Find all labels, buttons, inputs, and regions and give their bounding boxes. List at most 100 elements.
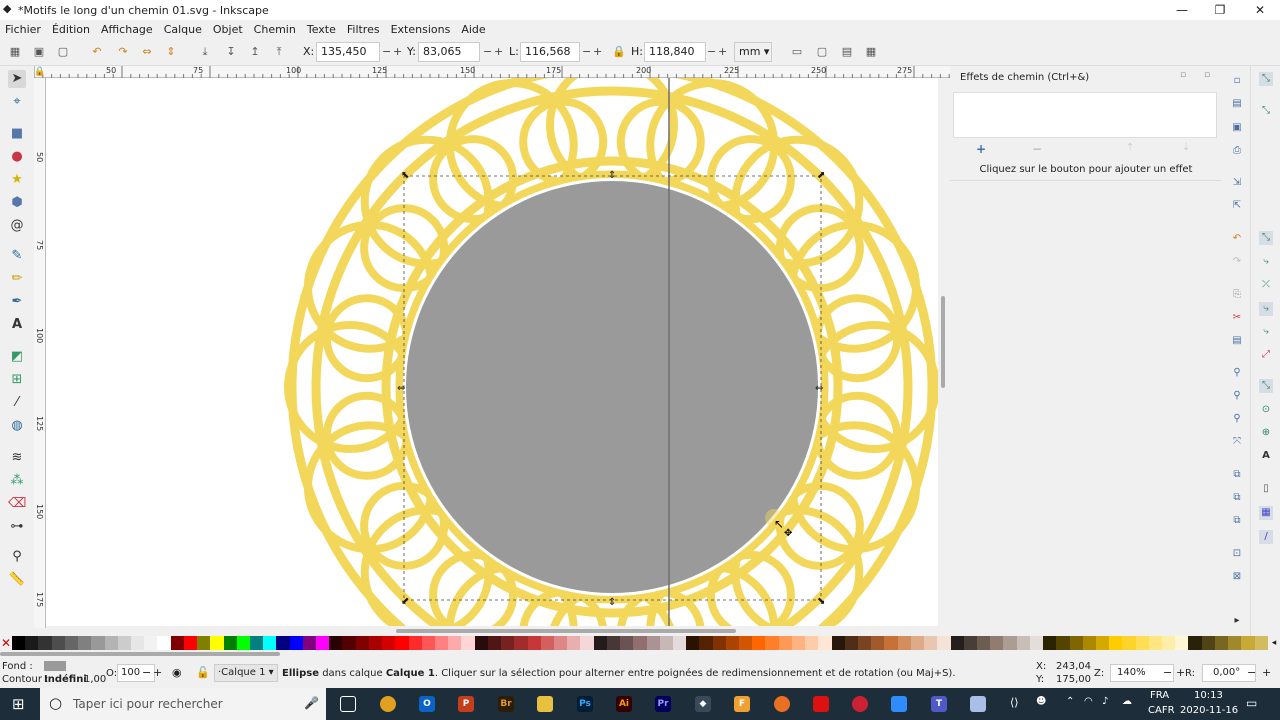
palette-swatch[interactable] [778,636,792,650]
handle-tl[interactable]: ⬉ [401,170,409,181]
palette-swatch[interactable] [791,636,806,650]
network-icon[interactable]: ◠ [1084,696,1093,707]
snap-guide-icon[interactable]: / [1259,530,1273,544]
handle-left[interactable]: ⇔ [397,383,405,394]
palette-swatch[interactable] [117,636,131,650]
task-view-icon[interactable] [340,696,356,712]
snap-page-icon[interactable]: ▯ [1259,482,1273,496]
lang-fra[interactable]: FRA [1150,690,1169,701]
taskbar-search[interactable]: ○ Taper ici pour rechercher 🎤 [40,688,326,720]
minimize-icon[interactable]: — [1162,0,1202,20]
palette-swatch[interactable] [1148,636,1163,650]
snap-midpoints-icon[interactable]: ⤢ [1259,348,1273,362]
palette-swatch[interactable] [210,636,224,650]
handle-bottom[interactable]: ⇕ [608,597,616,608]
opacity-decrement[interactable]: − [142,666,151,679]
app-red-icon[interactable] [813,696,829,712]
palette-swatch[interactable] [858,636,872,650]
star-tool-icon[interactable]: ★ [8,171,26,189]
outlook-icon[interactable]: O [419,696,435,712]
menu-calque[interactable]: Calque [159,23,208,36]
palette-swatch[interactable] [527,636,541,650]
palette-swatch[interactable] [646,636,660,650]
palette-swatch[interactable] [725,636,740,650]
y-field[interactable]: 83,065 [418,42,480,62]
x-increment[interactable]: + [393,45,402,58]
palette-scroll-thumb[interactable] [0,652,280,656]
zoom-increment[interactable]: + [1176,666,1185,679]
group-icon[interactable]: ⊡ [1230,547,1244,561]
palette-swatch[interactable] [831,636,845,650]
select-all-icon[interactable]: ▦ [8,45,22,59]
palette-swatch[interactable] [223,636,237,650]
palette-swatch[interactable] [91,636,105,650]
palette-swatch[interactable] [448,636,462,650]
palette-swatch[interactable] [329,636,343,650]
select-all-layers-icon[interactable]: ▣ [32,45,46,59]
rectangle-tool-icon[interactable]: ■ [8,125,26,143]
zoom-tool-icon[interactable]: ⚲ [8,548,26,566]
color-palette[interactable] [12,636,1268,650]
text-tool-icon[interactable]: A [8,316,26,334]
lower-icon[interactable]: ↧ [224,45,238,59]
palette-swatch[interactable] [1122,636,1136,650]
horizontal-scroll-thumb[interactable] [396,629,736,633]
connector-tool-icon[interactable]: ⊶ [8,518,26,536]
dock-close-icon[interactable]: ▫ [1204,70,1210,80]
palette-swatch[interactable] [474,636,488,650]
import-icon[interactable]: ⇲ [1230,176,1244,190]
tray-chevron-icon[interactable]: ⌃ [1066,696,1074,707]
teams-icon[interactable]: T [931,696,947,712]
measure-tool-icon[interactable]: 📏 [8,571,26,589]
palette-swatch[interactable] [408,636,422,650]
spray-tool-icon[interactable]: ⁂ [8,472,26,490]
snap-paths-icon[interactable]: ⤷ [1259,255,1273,269]
premiere-icon[interactable]: Pr [655,696,671,712]
palette-swatch[interactable] [130,636,145,650]
no-paint-swatch[interactable]: ✕ [0,636,12,650]
print-icon[interactable]: ⎙ [1230,144,1244,158]
palette-swatch[interactable] [976,636,991,650]
opacity-increment[interactable]: + [153,666,162,679]
y-decrement[interactable]: − [483,45,492,58]
palette-swatch[interactable] [435,636,449,650]
powerpoint-icon[interactable]: P [458,696,474,712]
height-increment[interactable]: + [718,45,727,58]
unlink-clone-icon[interactable]: ⧉ [1230,514,1244,528]
layer-visibility-icon[interactable]: ◉ [172,666,182,679]
palette-scroll[interactable] [0,650,1280,658]
palette-swatch[interactable] [1188,636,1202,650]
clock-time[interactable]: 10:13 [1194,690,1223,701]
vertical-scroll-thumb[interactable] [941,296,945,388]
snap-cusp-icon[interactable]: ⤷ [1259,302,1273,316]
palette-swatch[interactable] [64,636,79,650]
people-icon[interactable]: ☻ [1036,696,1046,707]
undo-icon[interactable]: ↶ [1230,232,1244,246]
palette-swatch[interactable] [249,636,264,650]
snap-others-icon[interactable]: ⤡ [1259,379,1273,393]
palette-swatch[interactable] [712,636,726,650]
microphone-icon[interactable]: 🎤 [304,696,319,710]
gradient-tool-icon[interactable]: ◩ [8,348,26,366]
lang-cafr[interactable]: CAFR [1148,705,1175,716]
open-icon[interactable]: ▤ [1230,97,1244,111]
snap-intersections-icon[interactable]: ⤫ [1259,278,1273,292]
snap-text-baseline-icon[interactable]: A [1259,449,1273,463]
windows-start-icon[interactable]: ⊞ [12,696,25,712]
3d-box-tool-icon[interactable]: ⬢ [8,194,26,212]
snap-grid-icon[interactable]: ▦ [1259,506,1273,520]
palette-swatch[interactable] [1003,636,1017,650]
raise-to-top-icon[interactable]: ⤒ [272,45,286,59]
palette-swatch[interactable] [1175,636,1189,650]
new-document-icon[interactable]: ▫ [1230,74,1244,88]
palette-swatch[interactable] [1228,636,1242,650]
palette-swatch[interactable] [805,636,819,650]
palette-swatch[interactable] [1095,636,1110,650]
width-field[interactable]: 116,568 [520,42,580,62]
palette-swatch[interactable] [620,636,634,650]
menu-objet[interactable]: Objet [208,23,249,36]
palette-swatch[interactable] [540,636,554,650]
palette-swatch[interactable] [382,636,396,650]
menu-fichier[interactable]: Fichier [0,23,47,36]
palette-swatch[interactable] [183,636,198,650]
